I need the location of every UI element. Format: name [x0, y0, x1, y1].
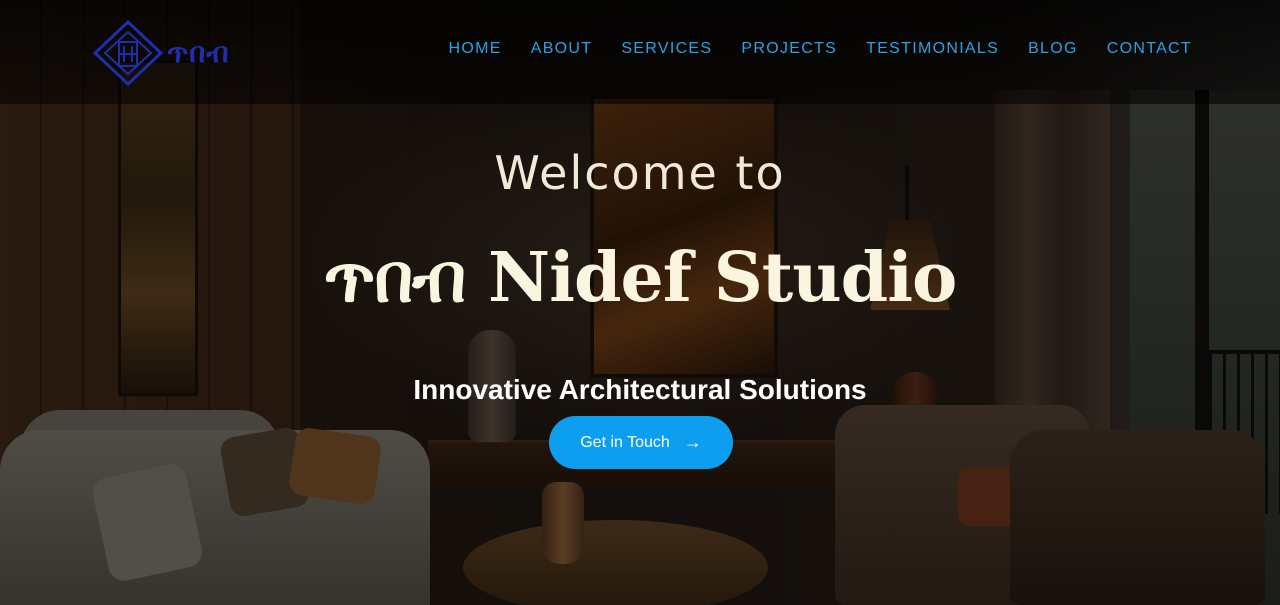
nav-item-blog[interactable]: BLOG	[1028, 40, 1078, 58]
nav-item-testimonials[interactable]: TESTIMONIALS	[866, 40, 999, 58]
cta-label: Get in Touch	[580, 433, 670, 451]
arrow-right-icon: →	[683, 432, 702, 452]
hero-welcome: Welcome to	[494, 146, 786, 200]
nav-item-services[interactable]: SERVICES	[621, 40, 712, 58]
logo-wordmark: ጥበብ	[167, 36, 230, 69]
nav-item-projects[interactable]: PROJECTS	[741, 40, 837, 58]
hero-title: ጥበብ Nidef Studio	[323, 238, 958, 318]
site-logo[interactable]: ጥበብ	[93, 20, 230, 86]
nav-item-about[interactable]: ABOUT	[531, 40, 593, 58]
nav-item-home[interactable]: HOME	[449, 40, 502, 58]
get-in-touch-button[interactable]: Get in Touch →	[549, 416, 733, 469]
diamond-emblem-icon	[93, 20, 163, 86]
hero-tagline: Innovative Architectural Solutions	[413, 374, 867, 405]
site-header: ጥበብ HOME ABOUT SERVICES PROJECTS TESTIMO…	[0, 0, 1280, 104]
main-nav: HOME ABOUT SERVICES PROJECTS TESTIMONIAL…	[449, 40, 1192, 58]
nav-item-contact[interactable]: CONTACT	[1107, 40, 1192, 58]
